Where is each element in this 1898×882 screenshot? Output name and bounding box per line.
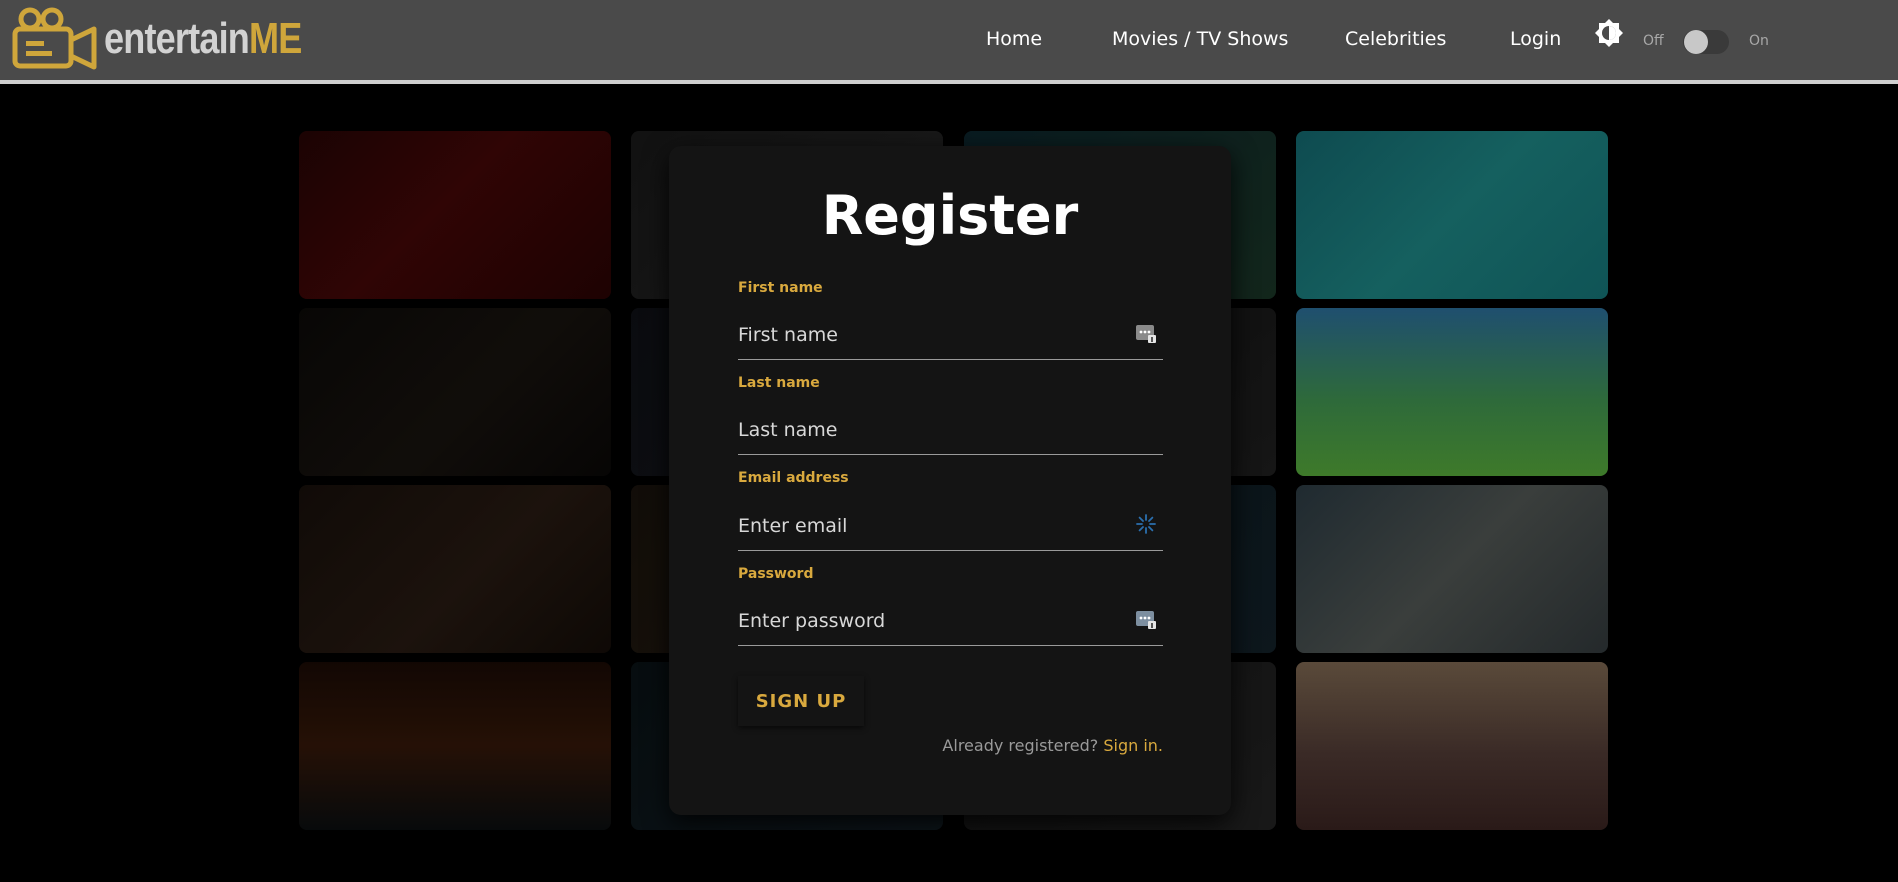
password-input[interactable] bbox=[738, 596, 1163, 645]
password-label: Password bbox=[738, 566, 814, 582]
sign-up-button[interactable]: SIGN UP bbox=[738, 676, 864, 726]
email-field-wrapper bbox=[738, 501, 1163, 551]
first-name-label: First name bbox=[738, 280, 823, 296]
email-label: Email address bbox=[738, 470, 849, 486]
brand-name: entertainME bbox=[104, 7, 302, 71]
last-name-input[interactable] bbox=[738, 405, 1163, 454]
password-field-wrapper bbox=[738, 596, 1163, 646]
last-name-label: Last name bbox=[738, 375, 820, 391]
poster-tile-14 bbox=[1296, 308, 1608, 476]
brand-name-part2: ME bbox=[248, 14, 302, 63]
poster-tile-15 bbox=[1296, 485, 1608, 653]
nav-link-login[interactable]: Login bbox=[1510, 28, 1561, 50]
last-name-field-wrapper bbox=[738, 405, 1163, 455]
nav-link-celebrities[interactable]: Celebrities bbox=[1345, 28, 1446, 50]
theme-toggle-on-label: On bbox=[1749, 33, 1769, 49]
nav-link-movies-tv[interactable]: Movies / TV Shows bbox=[1112, 28, 1288, 50]
spinner-icon bbox=[1136, 514, 1156, 534]
poster-tile-2 bbox=[299, 308, 611, 476]
autofill-icon bbox=[1136, 611, 1156, 629]
poster-tile-3 bbox=[299, 485, 611, 653]
poster-tile-13 bbox=[1296, 131, 1608, 299]
brand-name-part1: entertain bbox=[104, 14, 250, 63]
poster-tile-16 bbox=[1296, 662, 1608, 830]
theme-toggle-off-label: Off bbox=[1643, 33, 1664, 49]
brightness-icon bbox=[1595, 19, 1623, 47]
first-name-input[interactable] bbox=[738, 310, 1163, 359]
nav-link-home[interactable]: Home bbox=[986, 28, 1042, 50]
autofill-icon bbox=[1136, 325, 1156, 343]
poster-tile-1 bbox=[299, 131, 611, 299]
already-registered-line: Already registered? Sign in. bbox=[942, 736, 1163, 755]
navbar: entertainME Home Movies / TV Shows Celeb… bbox=[0, 0, 1898, 84]
theme-toggle[interactable] bbox=[1683, 30, 1729, 54]
first-name-field-wrapper bbox=[738, 310, 1163, 360]
sign-in-link[interactable]: Sign in. bbox=[1103, 736, 1163, 755]
register-title: Register bbox=[821, 184, 1079, 247]
already-registered-text: Already registered? bbox=[942, 736, 1099, 755]
register-card: Register First name Last name Email addr… bbox=[669, 146, 1231, 815]
email-input[interactable] bbox=[738, 501, 1163, 550]
movie-camera-icon bbox=[12, 7, 97, 70]
brand-logo[interactable]: entertainME bbox=[12, 7, 345, 71]
theme-toggle-knob bbox=[1684, 30, 1708, 54]
poster-tile-4 bbox=[299, 662, 611, 830]
